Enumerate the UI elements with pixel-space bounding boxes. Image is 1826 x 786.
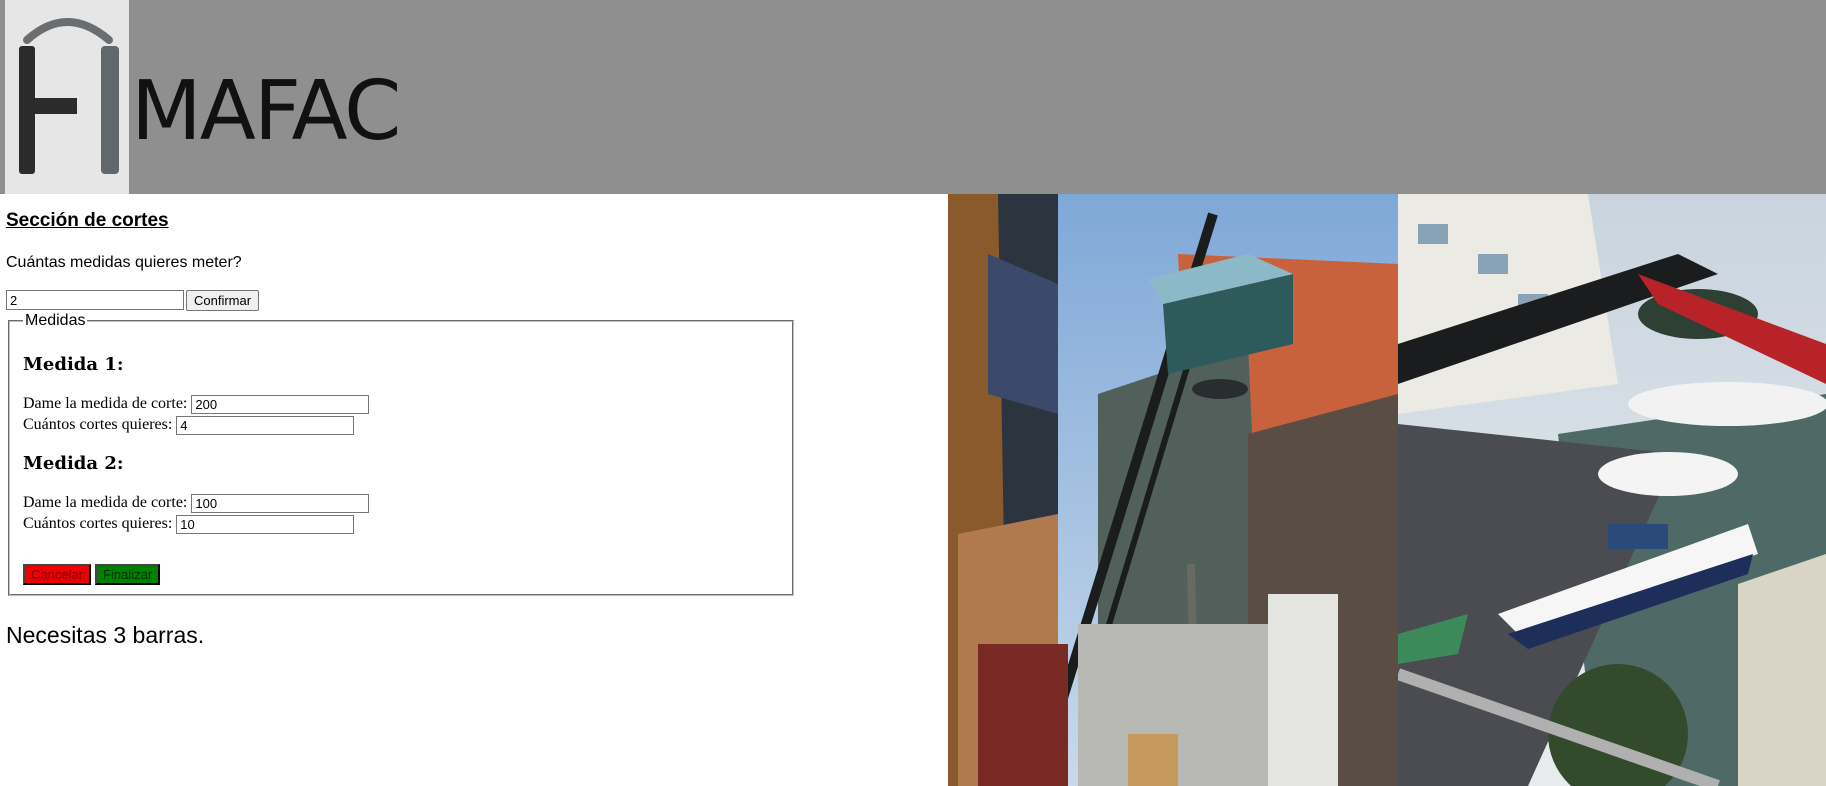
medida-2-heading: Medida 2:	[23, 453, 124, 474]
medida-2-count-input[interactable]	[176, 514, 355, 534]
medida-1-count-input[interactable]	[176, 415, 355, 435]
cut-count-label: Cuántos cortes quieres:	[23, 515, 173, 532]
medida-2-count-row: Cuántos cortes quieres:	[23, 514, 355, 534]
header-banner: MAFAC	[0, 0, 1826, 194]
brand-name: MAFAC	[131, 64, 401, 159]
cut-measure-label: Dame la medida de corte:	[23, 395, 188, 412]
section-title: Sección de cortes	[6, 210, 169, 231]
medida-1-count-row: Cuántos cortes quieres:	[23, 415, 355, 435]
confirm-button[interactable]: Confirmar	[186, 290, 260, 311]
medida-1-heading: Medida 1:	[23, 354, 124, 375]
measures-count-input[interactable]	[6, 290, 184, 310]
finish-button[interactable]: Finalizar	[95, 564, 161, 585]
cancel-button[interactable]: Cancelar	[23, 564, 92, 585]
medida-2-cut-input[interactable]	[191, 493, 370, 513]
result-text: Necesitas 3 barras.	[6, 622, 205, 648]
marina-crane-photo	[1398, 194, 1826, 786]
medida-1-cut-input[interactable]	[191, 394, 370, 414]
cut-count-label: Cuántos cortes quieres:	[23, 416, 173, 433]
fieldset-legend: Medidas	[23, 312, 88, 330]
cut-measure-label: Dame la medida de corte:	[23, 494, 188, 511]
question-text: Cuántas medidas quieres meter?	[6, 254, 242, 271]
medida-2-cut-row: Dame la medida de corte:	[23, 493, 370, 513]
crane-lifting-glass-photo	[948, 194, 1398, 786]
measures-fieldset: Medidas Medida 1: Dame la medida de cort…	[8, 312, 794, 596]
logo-icon	[5, 0, 129, 194]
medida-1-cut-row: Dame la medida de corte:	[23, 394, 370, 414]
